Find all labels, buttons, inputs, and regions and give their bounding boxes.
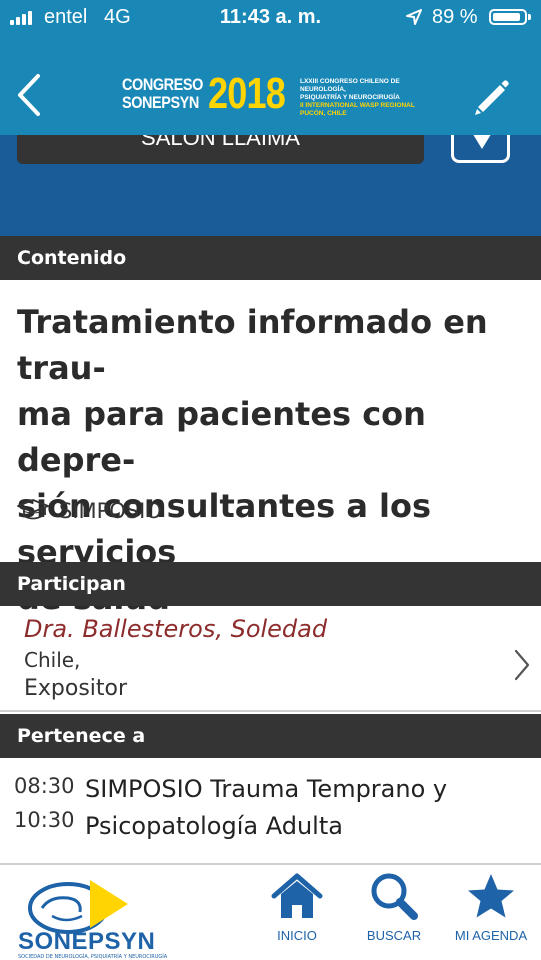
status-bar: entel 4G 11:43 a. m. 89 % xyxy=(0,0,541,34)
location-arrow-icon xyxy=(406,9,422,25)
logo-sub3: II INTERNATIONAL WASP REGIONAL xyxy=(300,102,415,109)
room-dropdown-button[interactable] xyxy=(451,135,510,163)
logo-sub1: LXXIII CONGRESO CHILENO DE NEUROLOGÍA, xyxy=(300,78,400,93)
session-start-time: 08:30 xyxy=(14,774,75,798)
battery-icon xyxy=(489,9,531,25)
room-label: SALÓN LLAIMA xyxy=(141,135,300,150)
tab-inicio[interactable]: INICIO xyxy=(257,872,337,943)
chevron-right-icon xyxy=(514,649,530,681)
brain-logo-icon xyxy=(28,880,128,934)
logo-line1: CONGRESO xyxy=(122,75,203,94)
brand-subtitle: SOCIEDAD DE NEUROLOGÍA, PSIQUIATRÍA Y NE… xyxy=(18,954,168,960)
activity-type-label: SIMPOSIO xyxy=(59,499,162,523)
activity-type: SIMPOSIO xyxy=(17,498,162,524)
sonepsyn-logo: SONEPSYN SOCIEDAD DE NEUROLOGÍA, PSIQUIA… xyxy=(14,872,196,960)
tab-buscar-label: BUSCAR xyxy=(366,928,422,943)
app-header: CONGRESO SONEPSYN 2018 LXXIII CONGRESO C… xyxy=(0,34,541,135)
tab-inicio-label: INICIO xyxy=(277,928,317,943)
tab-mi-agenda[interactable]: MI AGENDA xyxy=(451,872,531,943)
session-row[interactable]: 08:30 10:30 SIMPOSIO Trauma Temprano y P… xyxy=(0,760,541,865)
session-end-time: 10:30 xyxy=(14,808,75,832)
back-button[interactable] xyxy=(14,72,46,118)
congress-logo: CONGRESO SONEPSYN 2018 LXXIII CONGRESO C… xyxy=(122,72,422,128)
edit-button[interactable] xyxy=(469,76,513,120)
tab-mi-agenda-label: MI AGENDA xyxy=(454,928,528,943)
battery-percent: 89 % xyxy=(432,6,478,28)
participant-name: Dra. Ballesteros, Soledad xyxy=(24,615,328,643)
logo-year: 2018 xyxy=(208,69,286,118)
tab-buscar[interactable]: BUSCAR xyxy=(354,872,434,943)
section-header-contenido: Contenido xyxy=(0,236,541,280)
logo-sub2: PSIQUIATRÍA Y NEUROCIRUGÍA xyxy=(300,94,400,101)
participant-role: Expositor xyxy=(24,676,128,701)
section-header-pertenece: Pertenece a xyxy=(0,714,541,758)
home-icon xyxy=(271,873,323,918)
section-header-participan: Participan xyxy=(0,562,541,606)
graduation-cap-icon xyxy=(17,499,49,520)
logo-line2: SONEPSYN xyxy=(122,93,199,112)
logo-subtitle: LXXIII CONGRESO CHILENO DE NEUROLOGÍA, P… xyxy=(300,78,430,118)
participant-country: Chile, xyxy=(24,648,81,672)
bottom-tab-bar: SONEPSYN SOCIEDAD DE NEUROLOGÍA, PSIQUIA… xyxy=(0,866,541,960)
search-icon xyxy=(371,873,418,920)
brand-wordmark: SONEPSYN xyxy=(18,928,156,955)
logo-sub4: PUCÓN, CHILE xyxy=(300,110,347,117)
triangle-down-icon xyxy=(471,135,493,149)
star-icon xyxy=(468,874,514,918)
participant-row[interactable]: Dra. Ballesteros, Soledad Chile, Exposit… xyxy=(0,608,541,712)
logo-text: CONGRESO SONEPSYN xyxy=(122,76,203,112)
room-selector[interactable]: SALÓN LLAIMA xyxy=(17,135,424,164)
session-title: SIMPOSIO Trauma Temprano y Psicopatologí… xyxy=(85,775,448,840)
